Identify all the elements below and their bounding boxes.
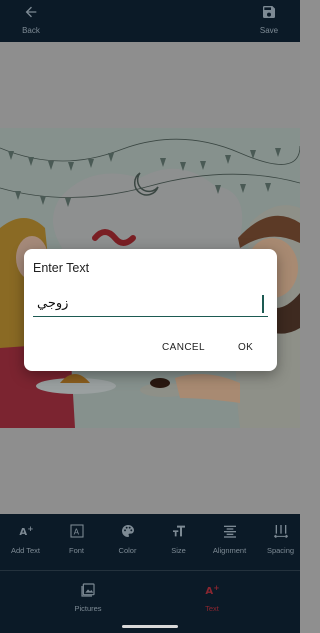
palette-icon	[120, 523, 136, 539]
image-icon	[81, 583, 95, 597]
tool-label: Color	[118, 546, 137, 555]
text-size-icon	[171, 523, 187, 539]
save-button[interactable]: Save	[244, 4, 294, 40]
tool-label: Size	[171, 546, 186, 555]
dialog-title: Enter Text	[33, 261, 90, 275]
back-button[interactable]: Back	[6, 4, 56, 40]
tool-label: Add Text	[10, 546, 41, 555]
tool-label: Spacing	[266, 546, 295, 555]
font-icon: A	[69, 523, 85, 539]
text-caret	[262, 295, 264, 313]
floppy-disk-icon	[263, 6, 275, 18]
arrow-left-icon	[25, 6, 37, 18]
text-input[interactable]	[33, 291, 268, 317]
nav-text-label: Text	[205, 604, 219, 613]
svg-text:A: A	[73, 527, 79, 536]
svg-text:A: A	[205, 586, 213, 597]
top-bar: Back Save	[0, 0, 300, 42]
spacing-icon	[273, 523, 289, 539]
tool-alignment[interactable]: Alignment	[204, 514, 255, 570]
bottom-nav: Pictures A + Text	[0, 570, 300, 633]
svg-text:A: A	[19, 527, 27, 538]
svg-text:+: +	[27, 524, 33, 533]
enter-text-dialog: Enter Text CANCEL OK	[24, 249, 277, 371]
ok-button[interactable]: OK	[238, 342, 253, 353]
add-text-icon: A +	[205, 583, 219, 597]
tool-spacing[interactable]: Spacing	[255, 514, 306, 570]
tool-color[interactable]: Color	[102, 514, 153, 570]
tool-font[interactable]: A Font	[51, 514, 102, 570]
editing-toolbar: A + Add Text A Font Color Size Alignment …	[0, 514, 300, 570]
cancel-button[interactable]: CANCEL	[162, 342, 205, 353]
tool-add-text[interactable]: A + Add Text	[0, 514, 51, 570]
align-center-icon	[222, 523, 238, 539]
tool-size[interactable]: Size	[153, 514, 204, 570]
nav-pictures-label: Pictures	[74, 604, 102, 613]
nav-text[interactable]: A + Text	[182, 582, 242, 613]
nav-pictures[interactable]: Pictures	[58, 582, 118, 613]
home-indicator	[122, 625, 178, 628]
save-label: Save	[259, 26, 279, 35]
tool-label: Font	[68, 546, 84, 555]
tool-label: Alignment	[212, 546, 247, 555]
add-text-icon: A +	[18, 523, 34, 539]
svg-text:+: +	[213, 583, 219, 592]
back-label: Back	[22, 26, 40, 35]
